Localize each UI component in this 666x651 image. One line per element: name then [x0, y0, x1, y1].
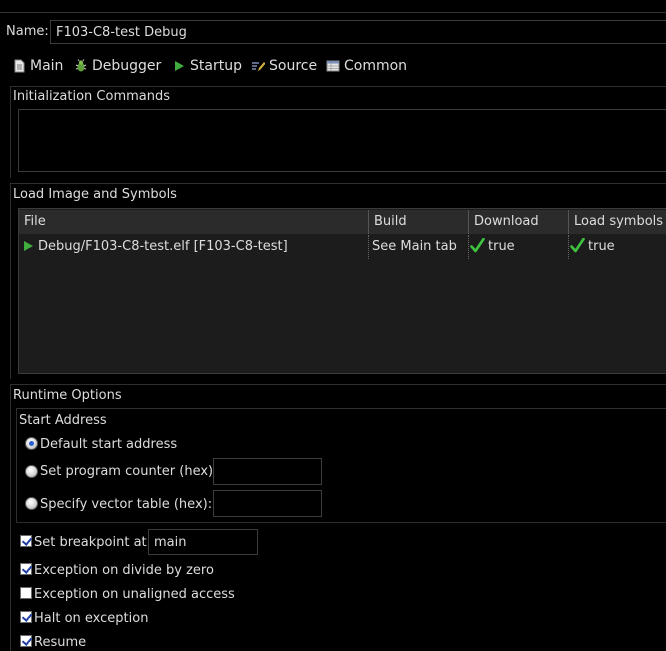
init-group-left-border	[10, 86, 11, 178]
column-header-build[interactable]: Build	[369, 210, 468, 234]
tab-source-label: Source	[269, 58, 318, 74]
exception-unaligned-checkbox[interactable]	[20, 587, 32, 599]
resume-checkbox[interactable]	[20, 635, 32, 647]
set-breakpoint-checkbox[interactable]	[20, 535, 32, 547]
tab-main-label: Main	[30, 58, 64, 74]
debugger-bug-icon	[74, 59, 88, 73]
row-play-icon	[22, 240, 34, 256]
set-program-counter-radio[interactable]	[25, 465, 38, 478]
specify-vector-table-label[interactable]: Specify vector table (hex):	[40, 497, 212, 513]
tab-debugger[interactable]: Debugger	[74, 56, 161, 76]
startup-play-icon	[172, 59, 186, 73]
start-address-title: Start Address	[19, 413, 107, 428]
source-edit-icon	[251, 59, 266, 73]
default-start-address-label[interactable]: Default start address	[40, 437, 177, 453]
top-separator	[0, 12, 666, 13]
row-load-symbols: true	[588, 239, 615, 254]
set-breakpoint-label[interactable]: Set breakpoint at:	[34, 535, 151, 551]
main-page-icon	[12, 59, 26, 73]
vector-table-input[interactable]	[213, 490, 322, 517]
tab-source[interactable]: Source	[251, 56, 317, 76]
specify-vector-table-radio[interactable]	[25, 497, 38, 510]
common-table-icon	[326, 59, 340, 73]
table-row[interactable]: Debug/F103-C8-test.elf [F103-C8-test] Se…	[19, 235, 666, 259]
exception-divide-zero-label[interactable]: Exception on divide by zero	[34, 563, 214, 579]
init-commands-textarea[interactable]	[18, 109, 666, 172]
load-group-left-border	[10, 183, 11, 379]
name-input[interactable]	[50, 20, 666, 44]
row-file: Debug/F103-C8-test.elf [F103-C8-test]	[38, 239, 288, 254]
column-header-file[interactable]: File	[19, 210, 368, 234]
start-address-left-border	[16, 408, 17, 522]
tab-debugger-label: Debugger	[92, 58, 162, 74]
load-group-top-border	[10, 183, 666, 184]
row-build: See Main tab	[372, 239, 457, 254]
exception-unaligned-label[interactable]: Exception on unaligned access	[34, 587, 235, 603]
name-label: Name:	[6, 24, 49, 39]
runtime-group-left-border	[10, 384, 11, 651]
tab-startup[interactable]: Startup	[172, 56, 242, 76]
tab-main[interactable]: Main	[12, 56, 63, 76]
start-address-top-border	[16, 408, 666, 409]
resume-label[interactable]: Resume	[34, 635, 86, 651]
exception-divide-zero-checkbox[interactable]	[20, 563, 32, 575]
runtime-options-title: Runtime Options	[13, 388, 122, 403]
init-commands-title: Initialization Commands	[13, 89, 170, 104]
start-address-bottom-border	[16, 522, 666, 523]
set-program-counter-label[interactable]: Set program counter (hex):	[40, 464, 217, 480]
default-start-address-radio[interactable]	[25, 437, 38, 450]
runtime-group-top-border	[10, 384, 666, 385]
row-cell-separator	[468, 235, 469, 259]
tab-common-label: Common	[344, 58, 408, 74]
program-counter-input[interactable]	[213, 458, 322, 485]
halt-on-exception-label[interactable]: Halt on exception	[34, 611, 148, 627]
tab-common[interactable]: Common	[326, 56, 407, 76]
column-header-download[interactable]: Download	[469, 210, 568, 234]
row-cell-separator	[568, 235, 569, 259]
halt-on-exception-checkbox[interactable]	[20, 611, 32, 623]
row-download: true	[488, 239, 515, 254]
column-header-load-symbols[interactable]: Load symbols	[569, 210, 666, 234]
load-image-title: Load Image and Symbols	[13, 187, 177, 202]
breakpoint-input[interactable]	[148, 529, 258, 555]
tab-startup-label: Startup	[190, 58, 242, 74]
row-cell-separator	[368, 235, 369, 259]
init-group-top-border	[10, 86, 666, 87]
